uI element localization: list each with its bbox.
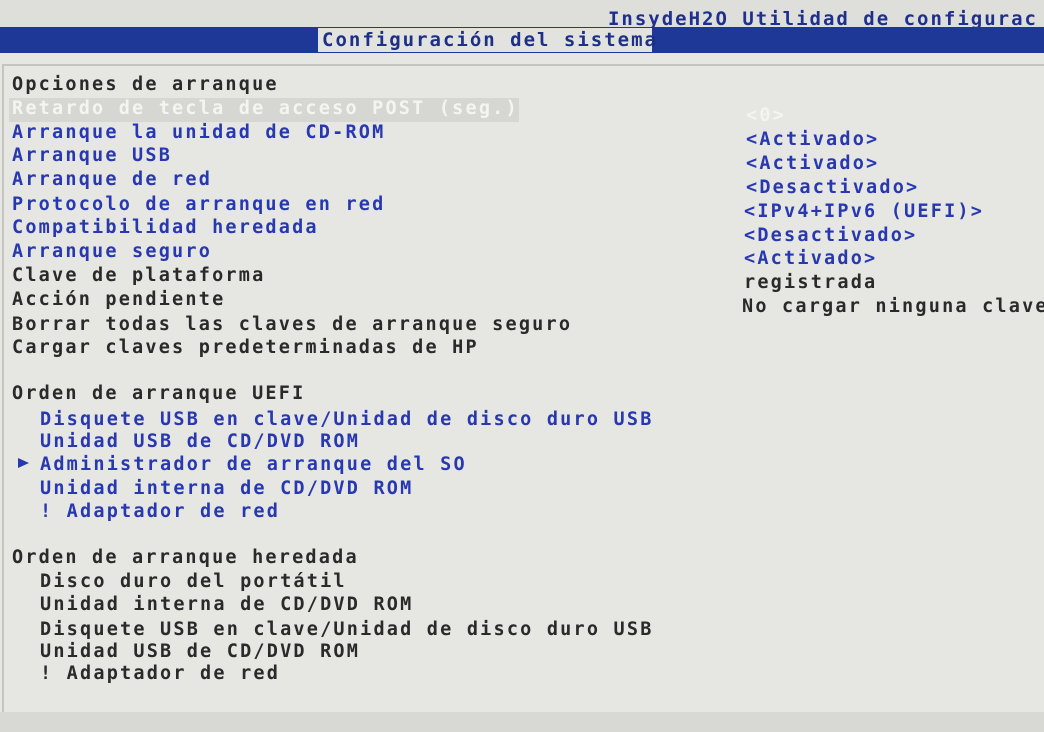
value-network-protocol[interactable]: <IPv4+IPv6 (UEFI)> bbox=[744, 201, 984, 222]
section-title-boot-options: Opciones de arranque bbox=[12, 74, 279, 95]
current-boot-arrow-icon bbox=[18, 458, 29, 468]
tab-system-configuration[interactable]: Configuración del sistema bbox=[318, 28, 656, 52]
uefi-item-internal-cd-dvd[interactable]: Unidad interna de CD/DVD ROM bbox=[40, 478, 413, 499]
legacy-item-usb-cd-dvd[interactable]: Unidad USB de CD/DVD ROM bbox=[40, 641, 360, 662]
label-platform-key: Clave de plataforma bbox=[12, 265, 266, 286]
legacy-item-usb-key-hdd[interactable]: Disquete USB en clave/Unidad de disco du… bbox=[40, 619, 654, 640]
value-legacy-support[interactable]: <Desactivado> bbox=[744, 225, 917, 246]
value-pending-action: No cargar ninguna clave bbox=[742, 296, 1044, 317]
value-secure-boot[interactable]: <Activado> bbox=[744, 248, 877, 269]
uefi-item-network-adapter[interactable]: ! Adaptador de red bbox=[40, 501, 280, 522]
option-cdrom-boot[interactable]: Arranque la unidad de CD-ROM bbox=[12, 122, 385, 143]
value-post-delay[interactable]: <0> bbox=[746, 105, 786, 126]
bottom-edge bbox=[0, 712, 1044, 732]
option-network-boot[interactable]: Arranque de red bbox=[12, 169, 212, 190]
value-platform-key: registrada bbox=[744, 272, 878, 293]
legacy-item-notebook-hdd[interactable]: Disco duro del portátil bbox=[40, 571, 347, 592]
option-secure-boot[interactable]: Arranque seguro bbox=[12, 241, 212, 262]
option-post-delay[interactable]: Retardo de tecla de acceso POST (seg.) bbox=[12, 98, 519, 119]
uefi-item-usb-cd-dvd[interactable]: Unidad USB de CD/DVD ROM bbox=[40, 431, 360, 452]
section-title-uefi-order: Orden de arranque UEFI bbox=[12, 383, 306, 404]
label-pending-action: Acción pendiente bbox=[12, 289, 226, 310]
uefi-item-os-boot-manager[interactable]: Administrador de arranque del SO bbox=[40, 454, 467, 475]
value-network-boot[interactable]: <Desactivado> bbox=[746, 177, 919, 198]
legacy-item-network-adapter[interactable]: ! Adaptador de red bbox=[40, 663, 280, 684]
value-cdrom-boot[interactable]: <Activado> bbox=[746, 129, 879, 150]
option-clear-secure-boot-keys[interactable]: Borrar todas las claves de arranque segu… bbox=[12, 314, 572, 335]
option-usb-boot[interactable]: Arranque USB bbox=[12, 145, 172, 166]
legacy-item-internal-cd-dvd[interactable]: Unidad interna de CD/DVD ROM bbox=[40, 594, 413, 615]
option-network-protocol[interactable]: Protocolo de arranque en red bbox=[12, 194, 385, 215]
option-load-hp-default-keys[interactable]: Cargar claves predeterminadas de HP bbox=[12, 337, 479, 358]
value-usb-boot[interactable]: <Activado> bbox=[746, 153, 879, 174]
option-legacy-support[interactable]: Compatibilidad heredada bbox=[12, 217, 319, 238]
tab-bar: Configuración del sistema bbox=[0, 27, 1044, 53]
section-title-legacy-order: Orden de arranque heredada bbox=[12, 547, 359, 568]
uefi-item-usb-key-hdd[interactable]: Disquete USB en clave/Unidad de disco du… bbox=[40, 409, 654, 430]
